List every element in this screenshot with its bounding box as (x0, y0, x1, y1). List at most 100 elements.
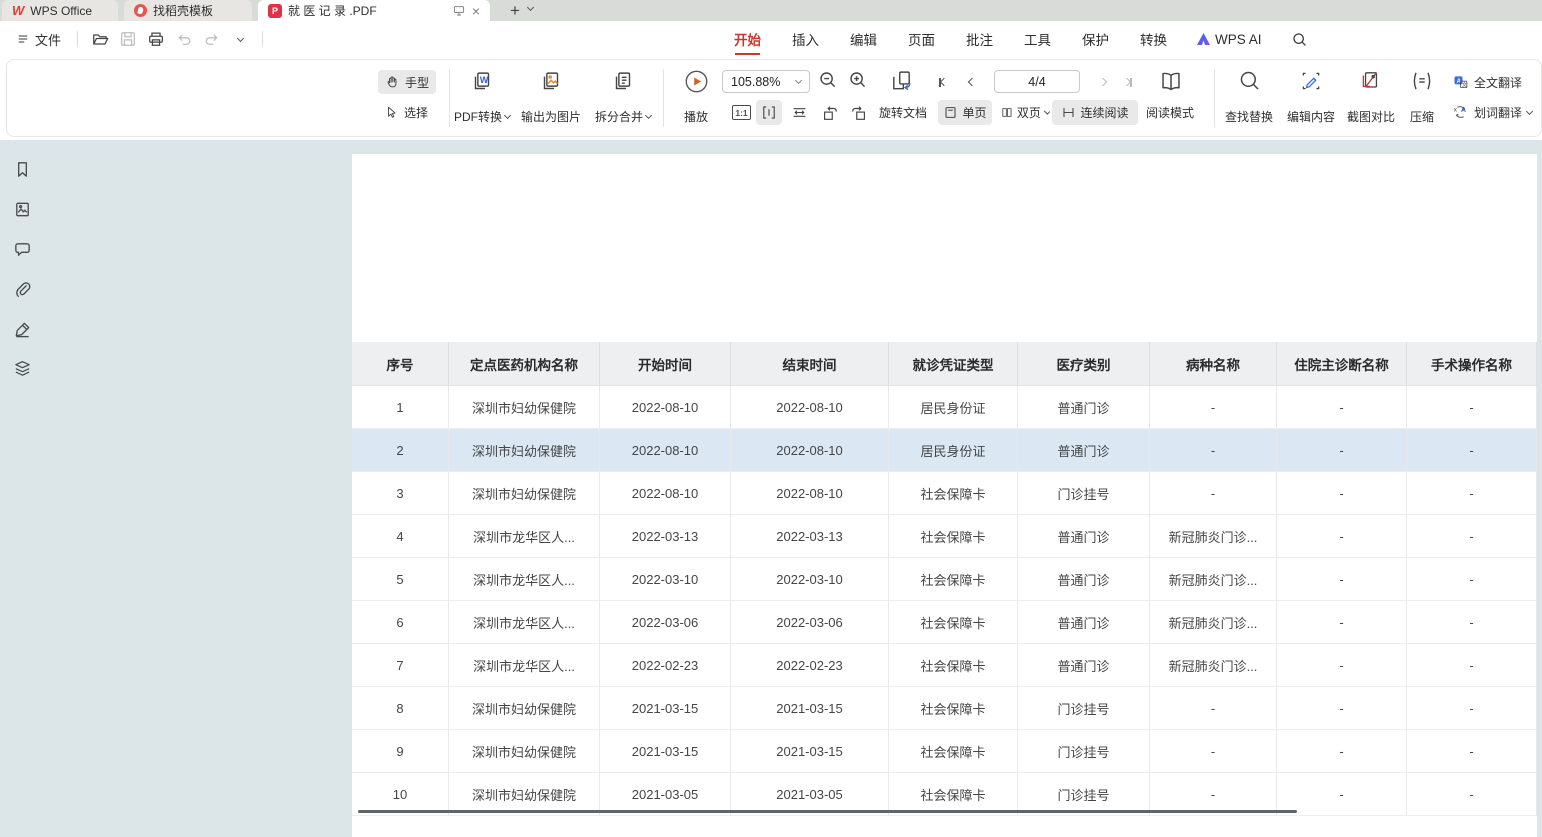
next-page-button[interactable] (1092, 73, 1114, 91)
pdf-convert-button[interactable]: W PDF转换 (450, 67, 514, 129)
table-cell: - (1277, 730, 1407, 773)
table-cell: 2022-08-10 (731, 429, 889, 472)
full-translate-icon: A文 (1452, 74, 1469, 90)
find-replace-icon (1238, 69, 1261, 92)
tab-tools[interactable]: 工具 (1023, 21, 1052, 57)
continuous-read-label: 连续阅读 (1080, 104, 1128, 121)
tab-list-chevron-icon[interactable] (527, 4, 534, 11)
fit-width-button[interactable] (786, 100, 813, 125)
svg-text:x: x (1454, 107, 1458, 114)
chevron-down-icon (1526, 107, 1533, 114)
hand-tool-button[interactable]: 手型 (378, 70, 436, 94)
undo-button[interactable] (172, 27, 196, 51)
table-cell: - (1277, 386, 1407, 429)
table-cell: 门诊挂号 (1018, 472, 1150, 515)
tab-wps-ai[interactable]: WPS AI (1197, 32, 1262, 47)
table-cell: - (1277, 472, 1407, 515)
chevron-down-icon (1044, 108, 1050, 114)
compress-button[interactable]: 压缩 (1400, 67, 1444, 129)
tab-protect[interactable]: 保护 (1081, 21, 1110, 57)
read-mode-label-area[interactable]: 阅读模式 (1141, 100, 1199, 125)
screenshot-compare-icon (1359, 69, 1383, 93)
double-page-button[interactable]: 双页 (996, 100, 1054, 125)
table-cell: - (1407, 386, 1537, 429)
rotate-left-button[interactable] (816, 100, 844, 125)
comment-panel-button[interactable] (12, 239, 32, 259)
word-translate-button[interactable]: xA 划词翻译 (1445, 100, 1539, 124)
single-page-button[interactable]: 单页 (938, 100, 992, 125)
open-file-button[interactable] (88, 27, 112, 51)
comment-icon (13, 240, 32, 259)
split-merge-label: 拆分合并 (595, 108, 643, 125)
tab-page[interactable]: 页面 (907, 21, 936, 57)
table-cell: 居民身份证 (889, 386, 1018, 429)
double-page-label: 双页 (1017, 104, 1041, 121)
table-cell: - (1407, 429, 1537, 472)
continuous-read-button[interactable]: 连续阅读 (1052, 100, 1138, 125)
table-cell: 9 (352, 730, 449, 773)
table-header-cell: 病种名称 (1150, 342, 1277, 386)
file-menu-button[interactable]: 文件 (10, 26, 67, 53)
wps-ai-label: WPS AI (1215, 32, 1262, 47)
search-icon[interactable] (1291, 31, 1308, 48)
read-mode-button[interactable] (1156, 67, 1186, 95)
horizontal-scrollbar[interactable] (358, 810, 1297, 813)
print-button[interactable] (144, 27, 168, 51)
table-row: 6深圳市龙华区人...2022-03-062022-03-06社会保障卡普通门诊… (352, 601, 1537, 644)
zoom-out-button[interactable] (817, 71, 839, 89)
tab-comment[interactable]: 批注 (965, 21, 994, 57)
table-cell: 普通门诊 (1018, 515, 1150, 558)
play-button[interactable]: 播放 (674, 67, 718, 129)
rotate-pages-button[interactable] (886, 68, 916, 94)
monitor-icon[interactable] (452, 4, 466, 17)
tab-document-pdf[interactable]: P 就 医 记 录 .PDF × (258, 0, 490, 21)
rotate-doc-label-button[interactable]: 旋转文档 (874, 100, 932, 125)
tab-convert[interactable]: 转换 (1139, 21, 1168, 57)
first-page-button[interactable] (932, 73, 954, 91)
prev-page-button[interactable] (961, 73, 983, 91)
table-cell: - (1407, 601, 1537, 644)
full-translate-button[interactable]: A文 全文翻译 (1445, 70, 1529, 94)
split-merge-button[interactable]: 拆分合并 (590, 67, 656, 129)
table-cell: 普通门诊 (1018, 386, 1150, 429)
select-tool-button[interactable]: 选择 (378, 100, 435, 124)
zoom-out-icon (818, 70, 838, 90)
new-tab-button[interactable]: + (504, 0, 526, 21)
pdf-convert-label: PDF转换 (454, 108, 502, 125)
save-button[interactable] (116, 27, 140, 51)
quick-access-more-button[interactable] (228, 27, 252, 51)
table-cell: 2021-03-15 (731, 730, 889, 773)
signature-panel-button[interactable] (12, 319, 32, 339)
bookmark-panel-button[interactable] (12, 159, 32, 179)
attachment-panel-button[interactable] (12, 279, 32, 299)
export-image-button[interactable]: 输出为图片 (518, 67, 584, 129)
screenshot-compare-button[interactable]: 截图对比 (1340, 67, 1402, 129)
close-icon[interactable]: × (472, 3, 480, 19)
find-replace-button[interactable]: 查找替换 (1218, 67, 1280, 129)
table-cell: 2022-08-10 (600, 472, 731, 515)
file-menu-label: 文件 (35, 30, 61, 49)
tab-edit[interactable]: 编辑 (849, 21, 878, 57)
tab-docer-templates[interactable]: 找稻壳模板 (124, 0, 252, 21)
tab-wps-office[interactable]: W WPS Office (2, 0, 118, 21)
ribbon-toolbar: 手型 选择 W PDF转换 输出为图片 拆分合并 播放 105.88% (0, 57, 1542, 140)
play-icon (684, 69, 709, 94)
rotate-right-button[interactable] (845, 100, 873, 125)
tab-insert[interactable]: 插入 (791, 21, 820, 57)
layers-panel-button[interactable] (12, 358, 32, 378)
thumbnail-panel-button[interactable] (12, 199, 32, 219)
zoom-level-select[interactable]: 105.88% (722, 70, 810, 93)
table-cell: 普通门诊 (1018, 429, 1150, 472)
table-cell: 社会保障卡 (889, 730, 1018, 773)
edit-content-button[interactable]: 编辑内容 (1280, 67, 1342, 129)
tab-home[interactable]: 开始 (733, 21, 762, 57)
divider (77, 31, 78, 47)
redo-button[interactable] (200, 27, 224, 51)
table-row: 2深圳市妇幼保健院2022-08-102022-08-10居民身份证普通门诊--… (352, 429, 1537, 472)
zoom-in-button[interactable] (847, 71, 869, 89)
page-number-input[interactable]: 4/4 (994, 70, 1080, 93)
fit-height-button[interactable] (756, 100, 782, 125)
table-header-cell: 手术操作名称 (1407, 342, 1537, 386)
actual-size-button[interactable]: 1:1 (727, 100, 756, 125)
last-page-button[interactable] (1117, 73, 1139, 91)
